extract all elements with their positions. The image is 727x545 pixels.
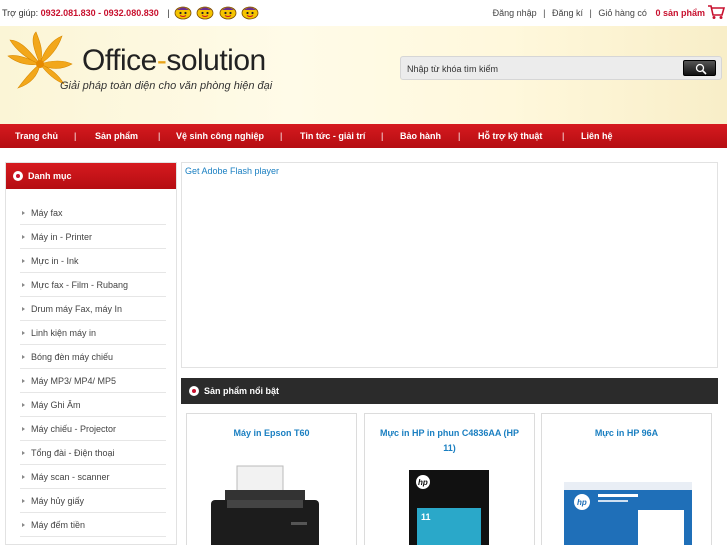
svg-text:hp: hp [577, 498, 587, 507]
yahoo-messenger-icon[interactable] [174, 4, 192, 20]
category-item[interactable]: Máy in - Printer [20, 225, 166, 249]
category-item[interactable]: Máy chiếu - Projector [20, 417, 166, 441]
product-card[interactable]: Máy in Epson T60 [186, 413, 357, 545]
nav-item-support[interactable]: Hỗ trợ kỹ thuật [478, 124, 542, 148]
svg-text:hp: hp [418, 478, 428, 487]
nav-separator: | [458, 131, 461, 141]
nav-item-home[interactable]: Trang chủ [15, 124, 58, 148]
ink-cartridge-image[interactable]: hp 11 [365, 464, 535, 545]
product-name[interactable]: Máy in Epson T60 [195, 426, 348, 441]
category-item[interactable]: Drum máy Fax, máy In [20, 297, 166, 321]
yahoo-messenger-icon[interactable] [219, 4, 237, 20]
category-list: Máy fax Máy in - Printer Mực in - Ink Mự… [6, 189, 176, 544]
logo-rest: solution [166, 44, 266, 77]
product-name[interactable]: Mực in HP in phun C4836AA (HP 11) [373, 426, 526, 456]
category-item[interactable]: Linh kiện máy in [20, 321, 166, 345]
cart-link[interactable]: Giỏ hàng có [598, 8, 647, 18]
category-item[interactable]: Tổng đài - Điện thoại [20, 441, 166, 465]
category-item[interactable]: Máy chấm công [20, 537, 166, 544]
nav-item-warranty[interactable]: Bảo hành [400, 124, 441, 148]
nav-item-cleaning[interactable]: Vệ sinh công nghiệp [176, 124, 264, 148]
register-link[interactable]: Đăng kí [552, 8, 583, 18]
product-card[interactable]: Mực in HP 96A hp [541, 413, 712, 545]
search-box [400, 56, 722, 80]
cart-icon[interactable] [707, 4, 725, 20]
category-item[interactable]: Bóng đèn máy chiếu [20, 345, 166, 369]
category-item[interactable]: Máy fax [20, 201, 166, 225]
logo-text[interactable]: Office-solution [82, 44, 266, 78]
circle-bullet-icon [189, 386, 199, 396]
circle-bullet-icon [13, 171, 23, 181]
search-input[interactable] [407, 61, 677, 76]
link-separator: | [543, 8, 546, 18]
product-name[interactable]: Mực in HP 96A [550, 426, 703, 441]
product-card[interactable]: Mực in HP in phun C4836AA (HP 11) hp 11 [364, 413, 535, 545]
sidebar-header: Danh mục [6, 163, 176, 189]
category-item[interactable]: Máy đếm tiền [20, 513, 166, 537]
nav-separator: | [381, 131, 384, 141]
slogan: Giải pháp toàn diện cho văn phòng hiện đ… [60, 80, 273, 92]
nav-separator: | [158, 131, 161, 141]
get-flash-link[interactable]: Get Adobe Flash player [185, 166, 279, 176]
flash-banner: Get Adobe Flash player [181, 162, 718, 368]
site-header: Office-solution Giải pháp toàn diện cho … [0, 26, 727, 124]
support-info: Trợ giúp: 0932.081.830 - 0932.080.830 | [2, 8, 170, 18]
nav-separator: | [280, 131, 283, 141]
main-nav: Trang chủ | Sản phẩm | Vệ sinh công nghi… [0, 124, 727, 148]
category-item[interactable]: Máy MP3/ MP4/ MP5 [20, 369, 166, 393]
support-phones: 0932.081.830 - 0932.080.830 [40, 8, 159, 18]
featured-header: Sản phẩm nổi bật [181, 378, 718, 404]
link-separator: | [589, 8, 592, 18]
toner-cartridge-image[interactable]: hp [542, 464, 712, 545]
search-icon [695, 63, 707, 75]
sidebar-title: Danh mục [28, 171, 72, 181]
search-button[interactable] [683, 60, 716, 76]
nav-separator: | [74, 131, 77, 141]
support-separator: | [167, 8, 170, 18]
yahoo-messenger-icon[interactable] [196, 4, 214, 20]
account-links: Đăng nhập | Đăng kí | Giỏ hàng có 0 sản … [493, 8, 705, 18]
category-item[interactable]: Mực in - Ink [20, 249, 166, 273]
nav-separator: | [562, 131, 565, 141]
nav-item-contact[interactable]: Liên hệ [581, 124, 613, 148]
svg-text:11: 11 [421, 512, 431, 522]
nav-item-products[interactable]: Sản phẩm [95, 124, 138, 148]
logo-main: Office [82, 44, 157, 77]
category-item[interactable]: Máy Ghi Âm [20, 393, 166, 417]
top-bar: Trợ giúp: 0932.081.830 - 0932.080.830 | … [0, 0, 727, 26]
yahoo-messenger-icon[interactable] [241, 4, 259, 20]
support-label: Trợ giúp: [2, 8, 39, 18]
category-item[interactable]: Mực fax - Film - Rubang [20, 273, 166, 297]
login-link[interactable]: Đăng nhập [493, 8, 537, 18]
featured-title: Sản phẩm nổi bật [204, 386, 280, 396]
cart-count: 0 sản phẩm [655, 8, 705, 18]
category-sidebar: Danh mục Máy fax Máy in - Printer Mực in… [5, 162, 177, 545]
nav-item-news[interactable]: Tin tức - giải trí [300, 124, 365, 148]
category-item[interactable]: Máy hủy giấy [20, 489, 166, 513]
logo-dash: - [156, 44, 167, 77]
printer-image[interactable] [187, 464, 357, 545]
category-item[interactable]: Máy scan - scanner [20, 465, 166, 489]
